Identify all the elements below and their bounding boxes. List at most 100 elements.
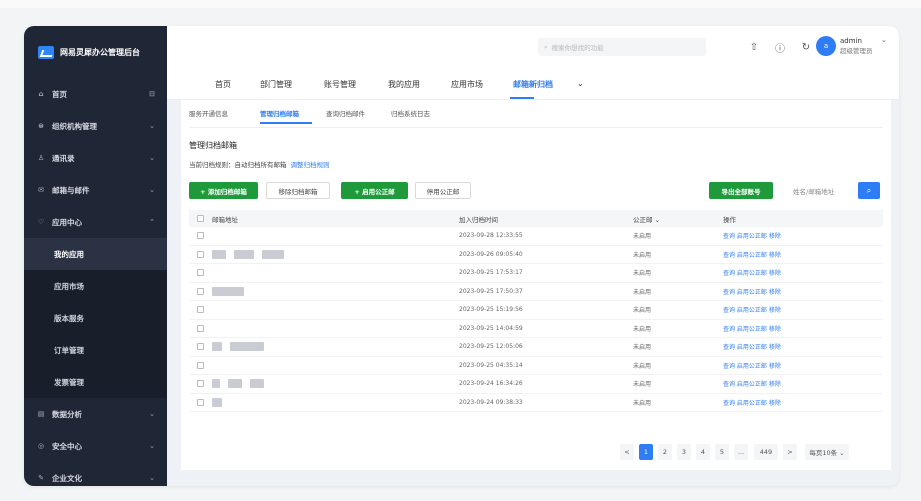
subtab-query-archive[interactable]: 查询归档邮件 — [326, 108, 365, 118]
page-2-button[interactable]: 2 — [658, 444, 672, 460]
search-button[interactable]: ⌕ — [858, 182, 880, 199]
row-actions[interactable]: 查询 启用公正邮 移除 — [723, 379, 781, 388]
table-row[interactable]: 2023-09-24 09:38:33 未启用 查询 启用公正邮 移除 — [189, 394, 883, 412]
row-actions[interactable]: 查询 启用公正邮 移除 — [723, 305, 781, 314]
avatar[interactable]: a — [816, 36, 836, 56]
help-icon[interactable]: ⓘ — [771, 38, 789, 56]
sidebar-subitem-version-service[interactable]: 版本服务 — [24, 302, 167, 334]
upload-icon[interactable]: ⇧ — [745, 38, 763, 56]
sidebar-item-contacts[interactable]: ♙ 通讯录 ⌄ — [24, 142, 167, 174]
row-actions[interactable]: 查询 启用公正邮 移除 — [723, 342, 781, 351]
subtab-service-info[interactable]: 服务开通信息 — [189, 108, 228, 118]
redaction-block — [212, 249, 226, 259]
row-checkbox[interactable] — [197, 269, 204, 277]
row-actions[interactable]: 查询 启用公正邮 移除 — [723, 287, 781, 296]
archive-rule: 当前归档规则：自动归档所有邮箱 调整归档规则 — [189, 159, 330, 169]
row-checkbox[interactable] — [197, 398, 204, 406]
page-title: 管理归档邮箱 — [189, 141, 237, 150]
tab-home[interactable]: 首页 — [215, 79, 231, 90]
sidebar-item-mail[interactable]: ✉ 邮箱与邮件 ⌄ — [24, 174, 167, 206]
row-actions[interactable]: 查询 启用公正邮 移除 — [723, 361, 781, 370]
tab-my-apps[interactable]: 我的应用 — [388, 79, 420, 90]
sidebar-subitem-my-apps[interactable]: 我的应用 — [24, 238, 167, 270]
sidebar-item-security[interactable]: ◎ 安全中心 ⌄ — [24, 430, 167, 462]
row-actions[interactable]: 查询 启用公正邮 移除 — [723, 250, 781, 259]
row-actions[interactable]: 查询 启用公正邮 移除 — [723, 231, 781, 240]
table-row[interactable]: 2023-09-25 17:50:37 未启用 查询 启用公正邮 移除 — [189, 283, 883, 301]
chevron-down-icon[interactable]: ⌄ — [881, 36, 887, 44]
sidebar-subitem-invoices[interactable]: 发票管理 — [24, 366, 167, 398]
page-3-button[interactable]: 3 — [677, 444, 691, 460]
page-1-button[interactable]: 1 — [639, 444, 653, 460]
subtab-manage-archive[interactable]: 管理归档邮箱 — [260, 108, 299, 118]
notary-status: 未启用 — [633, 233, 652, 241]
page-size-select[interactable]: 每页10条 ⌄ — [805, 444, 849, 460]
row-checkbox[interactable] — [197, 361, 204, 369]
chevron-down-icon: ⌄ — [149, 410, 155, 418]
user-role: 超级管理员 — [840, 47, 873, 55]
row-checkbox[interactable] — [197, 380, 204, 388]
enable-notary-button[interactable]: + 启用公正邮 — [341, 182, 408, 199]
sidebar-subitem-orders[interactable]: 订单管理 — [24, 334, 167, 366]
header-ops: 操作 — [723, 215, 736, 224]
sidebar-item-label: 首页 — [52, 89, 67, 99]
next-page-button[interactable]: > — [783, 444, 797, 460]
archive-time: 2023-09-28 12:33:55 — [459, 232, 523, 240]
table-row[interactable]: 2023-09-24 16:34:26 未启用 查询 启用公正邮 移除 — [189, 375, 883, 394]
adjust-rule-link[interactable]: 调整归档规则 — [291, 161, 330, 169]
row-checkbox[interactable] — [197, 287, 204, 295]
page-5-button[interactable]: 5 — [715, 444, 729, 460]
tab-more-chevron-icon[interactable]: ⌄ — [577, 79, 584, 88]
row-checkbox[interactable] — [197, 324, 204, 332]
user-info[interactable]: admin 超级管理员 — [840, 36, 873, 56]
row-actions[interactable]: 查询 启用公正邮 移除 — [723, 268, 781, 277]
sidebar-item-culture[interactable]: ✎ 企业文化 ⌄ — [24, 462, 167, 486]
name-email-search-input[interactable]: 姓名/邮箱地址 — [788, 182, 856, 199]
table-row[interactable]: 2023-09-25 14:04:59 未启用 查询 启用公正邮 移除 — [189, 320, 883, 338]
sidebar-item-app-center[interactable]: ♡ 应用中心 ⌃ — [24, 206, 167, 238]
search-placeholder: 搜索你想找的功能 — [551, 44, 604, 52]
row-actions[interactable]: 查询 启用公正邮 移除 — [723, 324, 781, 333]
select-all-checkbox[interactable] — [197, 215, 204, 222]
main-area: ⌕ 搜索你想找的功能 ⇧ ⓘ ↻ a admin 超级管理员 ⌄ 首页 部门管理… — [167, 26, 899, 486]
notary-status: 未启用 — [633, 399, 652, 407]
last-page-button[interactable]: 449 — [754, 444, 778, 460]
sidebar-item-home[interactable]: ⌂ 首页 ⊟ — [24, 78, 167, 110]
export-all-button[interactable]: 导出全部账号 — [709, 182, 773, 199]
chevron-up-icon: ⌃ — [149, 218, 155, 226]
sidebar-item-organization[interactable]: ⊜ 组织机构管理 ⌄ — [24, 110, 167, 142]
mail-icon: ✉ — [38, 186, 44, 194]
sidebar-item-analytics[interactable]: ▤ 数据分析 ⌄ — [24, 398, 167, 430]
table-row[interactable]: 2023-09-28 12:33:55 未启用 查询 启用公正邮 移除 — [189, 227, 883, 246]
global-search[interactable]: ⌕ 搜索你想找的功能 — [538, 38, 706, 56]
chevron-down-icon: ⌄ — [149, 442, 155, 450]
prev-page-button[interactable]: < — [620, 444, 634, 460]
tab-mail-archive[interactable]: 邮箱新归档 — [513, 79, 553, 90]
page-4-button[interactable]: 4 — [696, 444, 710, 460]
remove-archive-button[interactable]: 移除归档邮箱 — [266, 182, 330, 199]
table-row[interactable]: 2023-09-25 15:19:56 未启用 查询 启用公正邮 移除 — [189, 301, 883, 320]
row-actions[interactable]: 查询 启用公正邮 移除 — [723, 398, 781, 407]
refresh-icon[interactable]: ↻ — [797, 38, 815, 56]
search-icon: ⌕ — [544, 42, 548, 51]
row-checkbox[interactable] — [197, 250, 204, 258]
tab-app-market[interactable]: 应用市场 — [451, 79, 483, 90]
row-checkbox[interactable] — [197, 306, 204, 314]
redaction-block — [230, 342, 264, 352]
subtab-archive-logs[interactable]: 归档系统日志 — [391, 108, 430, 118]
table-row[interactable]: 2023-09-26 09:05:40 未启用 查询 启用公正邮 移除 — [189, 246, 883, 264]
table-row[interactable]: 2023-09-25 17:53:17 未启用 查询 启用公正邮 移除 — [189, 264, 883, 283]
row-checkbox[interactable] — [197, 232, 204, 240]
table-row[interactable]: 2023-09-25 12:05:06 未启用 查询 启用公正邮 移除 — [189, 338, 883, 357]
brand: 网易灵犀办公管理后台 — [24, 26, 167, 78]
chevron-down-icon: ⌄ — [149, 186, 155, 194]
header-notary-filter[interactable]: 公正邮 ⌄ — [633, 214, 723, 224]
app-center-icon: ♡ — [37, 218, 45, 226]
add-archive-button[interactable]: + 添加归档邮箱 — [189, 182, 258, 199]
table-row[interactable]: 2023-09-25 04:35:14 未启用 查询 启用公正邮 移除 — [189, 357, 883, 375]
row-checkbox[interactable] — [197, 343, 204, 351]
tab-accounts[interactable]: 账号管理 — [324, 79, 356, 90]
tab-departments[interactable]: 部门管理 — [260, 79, 292, 90]
disable-notary-button[interactable]: 停用公正邮 — [415, 182, 471, 199]
sidebar-subitem-app-market[interactable]: 应用市场 — [24, 270, 167, 302]
